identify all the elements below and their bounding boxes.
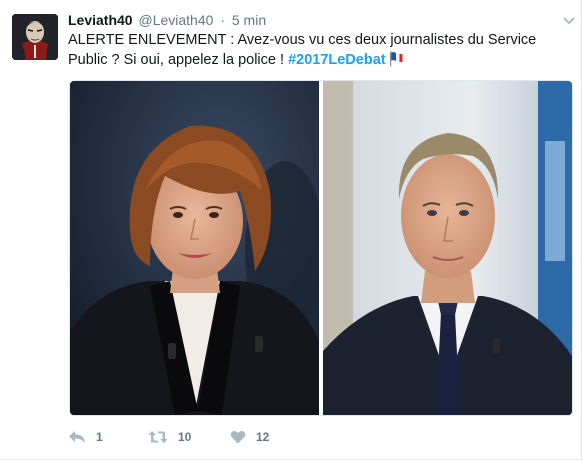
retweet-count: 10 (178, 430, 192, 444)
heart-icon (230, 431, 246, 444)
user-handle[interactable]: @Leviath40 (138, 12, 213, 28)
like-count: 12 (256, 430, 270, 444)
avatar[interactable] (12, 14, 58, 60)
man-portrait-photo (323, 81, 572, 415)
user-fullname[interactable]: Leviath40 (68, 12, 133, 28)
retweet-icon (148, 431, 168, 443)
tweet-card[interactable]: Leviath40 @Leviath40 · 5 min ALERTE ENLE… (0, 0, 582, 462)
avatar-image (12, 14, 58, 60)
tweet-text: ALERTE ENLEVEMENT : Avez-vous vu ces deu… (68, 30, 548, 70)
woman-portrait-photo (70, 81, 319, 415)
divider (0, 459, 581, 460)
reply-count: 1 (96, 430, 103, 444)
like-button[interactable]: 12 (230, 426, 269, 448)
photo-left[interactable] (70, 81, 319, 415)
chevron-down-icon[interactable] (562, 16, 576, 26)
photo-right[interactable] (323, 81, 572, 415)
separator-dot: · (220, 12, 225, 28)
media-grid[interactable] (69, 80, 573, 416)
reply-icon (69, 431, 85, 443)
hashtag-link[interactable]: #2017LeDebat (288, 52, 386, 68)
tweet-header: Leviath40 @Leviath40 · 5 min (68, 10, 266, 30)
reply-button[interactable]: 1 (68, 426, 103, 448)
retweet-button[interactable]: 10 (148, 426, 191, 448)
flag-france-icon (389, 51, 403, 67)
tweet-timestamp[interactable]: 5 min (232, 12, 266, 28)
